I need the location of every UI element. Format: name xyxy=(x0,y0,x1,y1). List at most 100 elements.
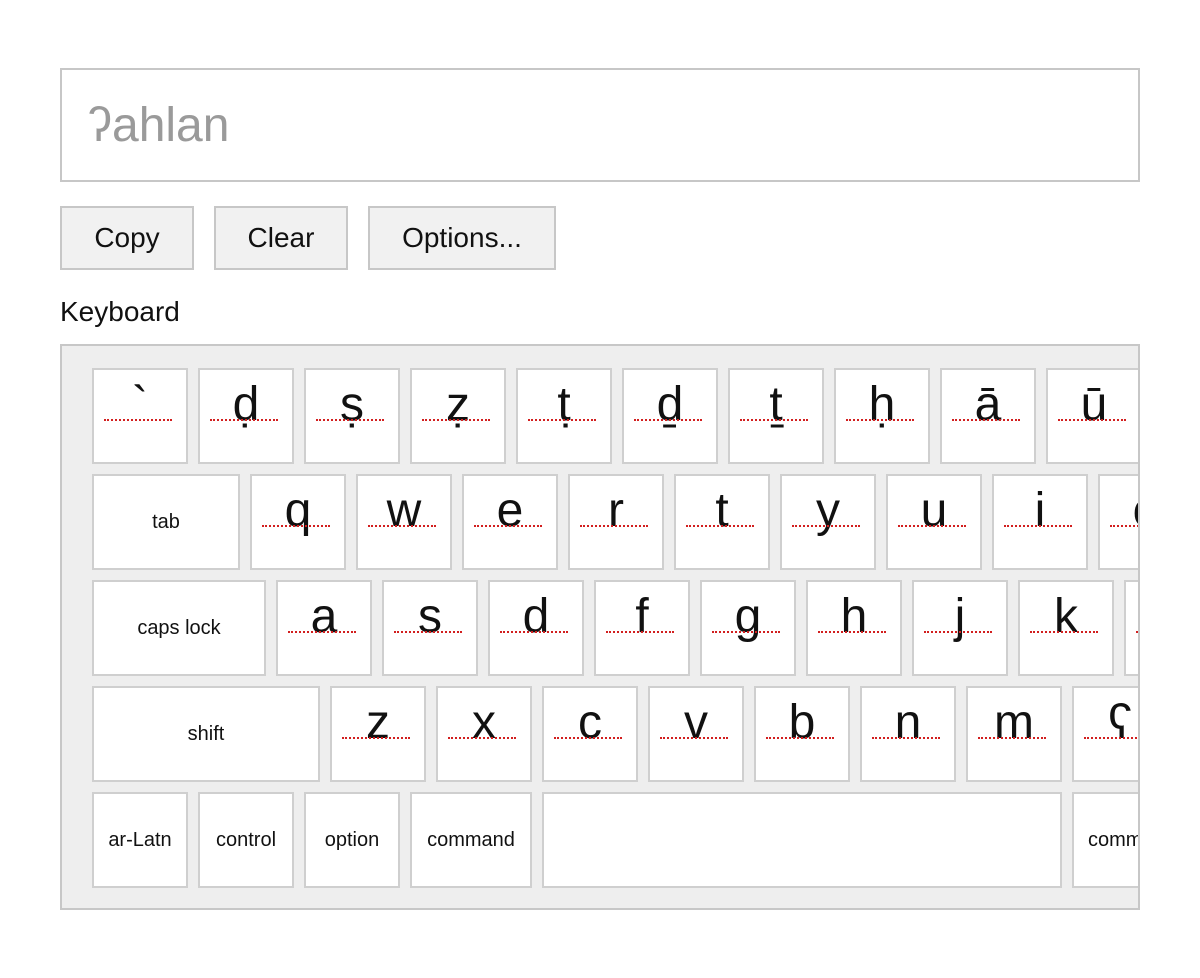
key-char: o xyxy=(1100,476,1138,546)
key-w[interactable]: w xyxy=(356,474,452,570)
key-u-macron[interactable]: ū xyxy=(1046,368,1138,464)
key-label: shift xyxy=(187,722,225,745)
key-q[interactable]: q xyxy=(250,474,346,570)
key-r[interactable]: r xyxy=(568,474,664,570)
key-c[interactable]: c xyxy=(542,686,638,782)
key-char: ṣ xyxy=(340,378,364,431)
key-underline xyxy=(1030,631,1098,633)
key-u[interactable]: u xyxy=(886,474,982,570)
text-input[interactable] xyxy=(60,68,1140,182)
key-o[interactable]: o xyxy=(1098,474,1138,570)
key-t[interactable]: t xyxy=(674,474,770,570)
key-z-dot-below[interactable]: ẓ xyxy=(410,368,506,464)
key-underline xyxy=(262,525,330,527)
key-b[interactable]: b xyxy=(754,686,850,782)
key-ayn[interactable]: ʕ xyxy=(1072,686,1138,782)
key-underline xyxy=(740,419,808,421)
key-char: v xyxy=(684,696,708,749)
key-h[interactable]: h xyxy=(806,580,902,676)
key-char: ḏ xyxy=(656,378,684,431)
key-underline xyxy=(528,419,596,421)
key-label xyxy=(544,794,1060,886)
copy-button[interactable]: Copy xyxy=(60,206,194,270)
key-underline xyxy=(634,419,702,421)
key-a-macron[interactable]: ā xyxy=(940,368,1036,464)
key-label: tab xyxy=(152,510,180,533)
key-command-left[interactable]: command xyxy=(410,792,532,888)
key-label: command xyxy=(1088,828,1138,851)
key-language-ar-latn[interactable]: ar-Latn xyxy=(92,792,188,888)
options-button[interactable]: Options... xyxy=(368,206,556,270)
key-command-right[interactable]: command xyxy=(1072,792,1138,888)
key-underline xyxy=(792,525,860,527)
key-underline xyxy=(448,737,516,739)
key-char: ḥ xyxy=(868,378,896,431)
key-underline xyxy=(316,419,384,421)
key-char: f xyxy=(635,590,649,643)
key-n[interactable]: n xyxy=(860,686,956,782)
key-backtick[interactable]: ` xyxy=(92,368,188,464)
clear-button[interactable]: Clear xyxy=(214,206,348,270)
key-l[interactable]: l xyxy=(1124,580,1138,676)
key-char: z xyxy=(366,696,390,749)
key-underline xyxy=(1004,525,1072,527)
key-underline xyxy=(766,737,834,739)
key-underline xyxy=(210,419,278,421)
key-underline xyxy=(1110,525,1138,527)
key-caps-lock[interactable]: caps lock xyxy=(92,580,266,676)
key-s[interactable]: s xyxy=(382,580,478,676)
key-g[interactable]: g xyxy=(700,580,796,676)
key-underline xyxy=(924,631,992,633)
key-z[interactable]: z xyxy=(330,686,426,782)
key-char: q xyxy=(284,484,312,537)
key-tab[interactable]: tab xyxy=(92,474,240,570)
key-char: ṯ xyxy=(769,378,783,431)
key-char: h xyxy=(840,590,868,643)
key-char: ā xyxy=(974,378,1002,431)
key-underline xyxy=(606,631,674,633)
key-char: ` xyxy=(132,378,148,431)
key-k[interactable]: k xyxy=(1018,580,1114,676)
keyboard-heading: Keyboard xyxy=(60,296,180,327)
key-char: m xyxy=(994,696,1034,749)
key-char: a xyxy=(310,590,338,643)
key-char: k xyxy=(1054,590,1078,643)
key-label: control xyxy=(215,828,277,851)
key-i[interactable]: i xyxy=(992,474,1088,570)
key-d-dot-below[interactable]: ḍ xyxy=(198,368,294,464)
key-underline xyxy=(342,737,410,739)
key-underline xyxy=(978,737,1046,739)
key-space[interactable] xyxy=(542,792,1062,888)
key-underline xyxy=(952,419,1020,421)
key-m[interactable]: m xyxy=(966,686,1062,782)
key-char: l xyxy=(1126,582,1138,652)
key-t-line-below[interactable]: ṯ xyxy=(728,368,824,464)
key-control[interactable]: control xyxy=(198,792,294,888)
key-y[interactable]: y xyxy=(780,474,876,570)
key-char: c xyxy=(578,696,602,749)
key-f[interactable]: f xyxy=(594,580,690,676)
key-char: y xyxy=(816,484,840,537)
key-j[interactable]: j xyxy=(912,580,1008,676)
key-x[interactable]: x xyxy=(436,686,532,782)
key-underline xyxy=(394,631,462,633)
key-d-line-below[interactable]: ḏ xyxy=(622,368,718,464)
key-t-dot-below[interactable]: ṭ xyxy=(516,368,612,464)
key-a[interactable]: a xyxy=(276,580,372,676)
key-underline xyxy=(1084,737,1138,739)
key-d[interactable]: d xyxy=(488,580,584,676)
key-underline xyxy=(422,419,490,421)
key-shift[interactable]: shift xyxy=(92,686,320,782)
key-char: n xyxy=(894,696,922,749)
virtual-keyboard: ` ḍ ṣ ẓ ṭ ḏ ṯ ḥ ā ū tab q w e r t y u i … xyxy=(60,344,1140,910)
key-char: b xyxy=(788,696,816,749)
key-underline xyxy=(474,525,542,527)
key-e[interactable]: e xyxy=(462,474,558,570)
key-char: ū xyxy=(1080,378,1108,431)
key-v[interactable]: v xyxy=(648,686,744,782)
key-h-dot-below[interactable]: ḥ xyxy=(834,368,930,464)
key-s-dot-below[interactable]: ṣ xyxy=(304,368,400,464)
key-option[interactable]: option xyxy=(304,792,400,888)
key-char: w xyxy=(386,484,422,537)
key-char: x xyxy=(472,696,496,749)
